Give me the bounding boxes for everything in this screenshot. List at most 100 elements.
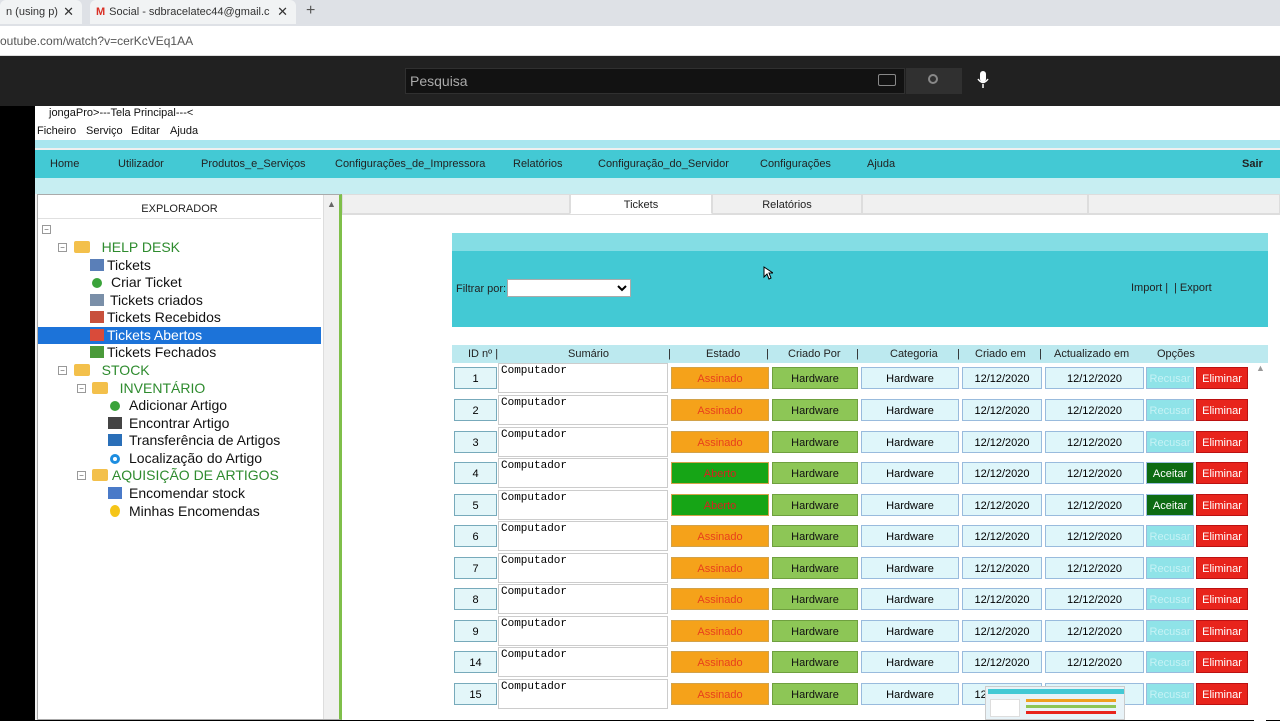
table-row[interactable]: 4 Computador Aberto Hardware Hardware 12/12/2… (452, 458, 1262, 488)
nav-ajuda[interactable]: Ajuda (867, 158, 895, 170)
ticket-summary[interactable]: Computador (498, 490, 668, 520)
reject-button[interactable]: Recusar (1146, 588, 1194, 610)
delete-button[interactable]: Eliminar (1196, 683, 1248, 705)
tree-section-helpdesk[interactable]: HELP DESK (74, 239, 180, 256)
close-icon[interactable]: ✕ (63, 4, 74, 20)
reject-button[interactable]: Recusar (1146, 525, 1194, 547)
import-link[interactable]: Import | (1131, 282, 1168, 294)
nav-relatorios[interactable]: Relatórios (513, 158, 563, 170)
search-input[interactable]: Pesquisa (405, 68, 905, 94)
delete-button[interactable]: Eliminar (1196, 651, 1248, 673)
tree-section-inventario[interactable]: INVENTÁRIO (92, 380, 205, 397)
reject-button[interactable]: Recusar (1146, 557, 1194, 579)
tree-item-tickets[interactable]: Tickets (90, 257, 151, 274)
nav-servidor[interactable]: Configuração_do_Servidor (598, 158, 729, 170)
tab-relatorios[interactable]: Relatórios (712, 194, 862, 214)
export-link[interactable]: | Export (1174, 282, 1212, 294)
folder-icon (92, 469, 108, 481)
tree-item-tickets-recebidos[interactable]: Tickets Recebidos (90, 309, 221, 326)
scroll-up-icon[interactable]: ▲ (1256, 363, 1265, 373)
close-icon[interactable]: ✕ (277, 4, 288, 20)
tree-item-adicionar-artigo[interactable]: Adicionar Artigo (108, 397, 227, 414)
ticket-summary[interactable]: Computador (498, 584, 668, 614)
filter-select[interactable] (507, 279, 631, 297)
tree-section-aquisicao[interactable]: AQUISIÇÃO DE ARTIGOS (92, 467, 279, 484)
nav-produtos[interactable]: Produtos_e_Serviços (201, 158, 306, 170)
delete-button[interactable]: Eliminar (1196, 367, 1248, 389)
nav-home[interactable]: Home (50, 158, 79, 170)
browser-tab[interactable]: n (using p) ✕ (0, 0, 82, 24)
nav-sair[interactable]: Sair (1242, 158, 1263, 170)
table-row[interactable]: 14 Computador Assinado Hardware Hardware 12/1… (452, 647, 1262, 677)
reject-button[interactable]: Recusar (1146, 620, 1194, 642)
tree-item-tickets-abertos[interactable]: Tickets Abertos (38, 327, 321, 344)
reject-button[interactable]: Recusar (1146, 367, 1194, 389)
delete-button[interactable]: Eliminar (1196, 431, 1248, 453)
reject-button[interactable]: Recusar (1146, 399, 1194, 421)
tree-item-tickets-criados[interactable]: Tickets criados (90, 292, 203, 309)
reject-button[interactable]: Recusar (1146, 431, 1194, 453)
nav-utilizador[interactable]: Utilizador (118, 158, 164, 170)
ticket-summary[interactable]: Computador (498, 395, 668, 425)
tree-collapse-icon[interactable]: − (58, 243, 67, 252)
nav-impressora[interactable]: Configurações_de_Impressora (335, 158, 485, 170)
ticket-summary[interactable]: Computador (498, 616, 668, 646)
delete-button[interactable]: Eliminar (1196, 399, 1248, 421)
table-row[interactable]: 6 Computador Assinado Hardware Hardware 12/12… (452, 521, 1262, 551)
menu-item-ficheiro[interactable]: Ficheiro (37, 125, 76, 137)
ticket-summary[interactable]: Computador (498, 521, 668, 551)
menu-item-servico[interactable]: Serviço (86, 125, 123, 137)
accept-button[interactable]: Aceitar (1146, 462, 1194, 484)
table-row[interactable]: 1 Computador Assinado Hardware Hardware 12/12… (452, 363, 1262, 393)
ticket-summary[interactable]: Computador (498, 427, 668, 457)
keyboard-icon[interactable] (878, 74, 896, 86)
mic-icon[interactable] (976, 70, 990, 90)
tree-item-localizacao[interactable]: Localização do Artigo (108, 450, 262, 467)
tree-section-stock[interactable]: STOCK (74, 362, 150, 379)
table-row[interactable]: 3 Computador Assinado Hardware Hardware 12/12… (452, 427, 1262, 457)
ticket-summary[interactable]: Computador (498, 458, 668, 488)
menu-item-editar[interactable]: Editar (131, 125, 160, 137)
tree-collapse-icon[interactable]: − (42, 225, 51, 234)
accept-button[interactable]: Aceitar (1146, 494, 1194, 516)
menu-item-ajuda[interactable]: Ajuda (170, 125, 198, 137)
scroll-up-icon[interactable]: ▲ (327, 199, 336, 209)
tree-collapse-icon[interactable]: − (58, 366, 67, 375)
table-row[interactable]: 7 Computador Assinado Hardware Hardware 12/12… (452, 553, 1262, 583)
tree-item-transferencia[interactable]: Transferência de Artigos (108, 432, 280, 449)
ticket-summary[interactable]: Computador (498, 363, 668, 393)
ticket-category: Hardware (861, 651, 959, 673)
table-row[interactable]: 5 Computador Aberto Hardware Hardware 12/12/2… (452, 490, 1262, 520)
reject-button[interactable]: Recusar (1146, 651, 1194, 673)
tree-item-encontrar-artigo[interactable]: Encontrar Artigo (108, 415, 229, 432)
reject-button[interactable]: Recusar (1146, 683, 1194, 705)
delete-button[interactable]: Eliminar (1196, 462, 1248, 484)
table-scrollbar[interactable]: ▲ (1254, 363, 1266, 721)
video-preview-thumbnail[interactable] (985, 686, 1125, 720)
new-tab-button[interactable]: + (306, 2, 315, 20)
tree-item-encomendar-stock[interactable]: Encomendar stock (108, 485, 245, 502)
table-row[interactable]: 9 Computador Assinado Hardware Hardware 12/12… (452, 616, 1262, 646)
tree-collapse-icon[interactable]: − (77, 471, 86, 480)
table-row[interactable]: 2 Computador Assinado Hardware Hardware 12/12… (452, 395, 1262, 425)
delete-button[interactable]: Eliminar (1196, 557, 1248, 579)
nav-configuracoes[interactable]: Configurações (760, 158, 831, 170)
ticket-summary[interactable]: Computador (498, 679, 668, 709)
browser-tab[interactable]: M Social - sdbracelatec44@gmail.c ✕ (90, 0, 296, 24)
delete-button[interactable]: Eliminar (1196, 525, 1248, 547)
explorer-scrollbar[interactable]: ▲ (323, 195, 339, 719)
ticket-summary[interactable]: Computador (498, 553, 668, 583)
ticket-created-date: 12/12/2020 (962, 462, 1042, 484)
tree-item-minhas-encomendas[interactable]: Minhas Encomendas (108, 503, 260, 520)
delete-button[interactable]: Eliminar (1196, 588, 1248, 610)
delete-button[interactable]: Eliminar (1196, 620, 1248, 642)
table-row[interactable]: 8 Computador Assinado Hardware Hardware 12/12… (452, 584, 1262, 614)
tab-tickets[interactable]: Tickets (570, 194, 712, 214)
tree-collapse-icon[interactable]: − (77, 384, 86, 393)
address-bar[interactable]: outube.com/watch?v=cerKcVEq1AA (0, 26, 1280, 56)
tree-item-criar-ticket[interactable]: Criar Ticket (90, 274, 182, 291)
delete-button[interactable]: Eliminar (1196, 494, 1248, 516)
table-row[interactable]: 15ComputadorAssinadoHardwareHardware12/1… (452, 679, 1262, 709)
ticket-summary[interactable]: Computador (498, 647, 668, 677)
tree-item-tickets-fechados[interactable]: Tickets Fechados (90, 344, 216, 361)
